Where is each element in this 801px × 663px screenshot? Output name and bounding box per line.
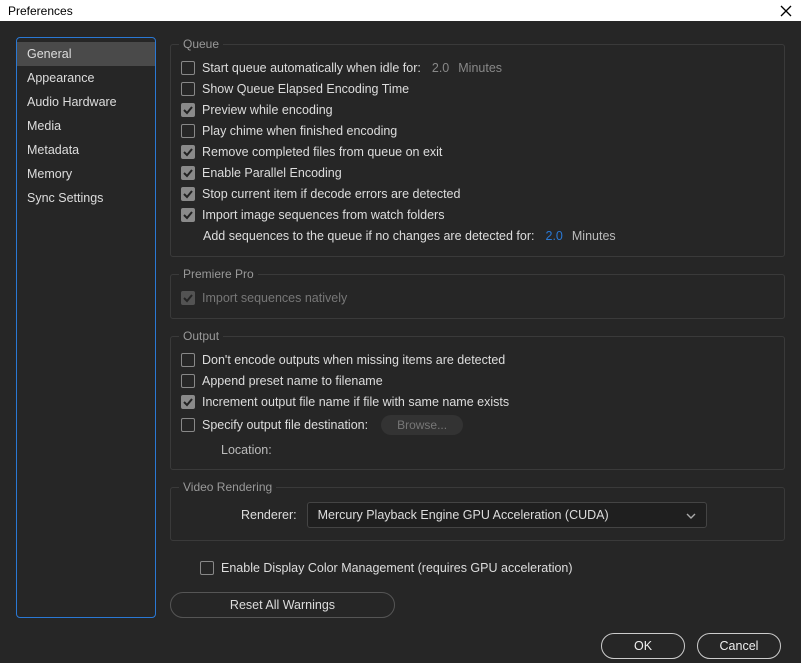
label-add-seq-no-changes: Add sequences to the queue if no changes…: [203, 229, 535, 243]
label-append-preset: Append preset name to filename: [202, 374, 383, 388]
sidebar-item-memory[interactable]: Memory: [17, 162, 155, 186]
cancel-button[interactable]: Cancel: [697, 633, 781, 659]
ok-button[interactable]: OK: [601, 633, 685, 659]
unit-seq-minutes: Minutes: [572, 229, 616, 243]
checkbox-show-elapsed[interactable]: [181, 82, 195, 96]
label-location: Location:: [221, 443, 272, 457]
checkbox-color-management[interactable]: [200, 561, 214, 575]
sidebar: General Appearance Audio Hardware Media …: [16, 37, 156, 618]
group-video-rendering: Video Rendering Renderer: Mercury Playba…: [170, 480, 785, 541]
sidebar-item-media[interactable]: Media: [17, 114, 155, 138]
group-premiere-legend: Premiere Pro: [179, 267, 258, 281]
group-output: Output Don't encode outputs when missing…: [170, 329, 785, 470]
checkbox-parallel-encoding[interactable]: [181, 166, 195, 180]
body: General Appearance Audio Hardware Media …: [0, 21, 801, 628]
label-remove-completed: Remove completed files from queue on exi…: [202, 145, 442, 159]
close-icon[interactable]: [779, 4, 793, 18]
checkbox-dont-encode-missing[interactable]: [181, 353, 195, 367]
label-dont-encode-missing: Don't encode outputs when missing items …: [202, 353, 505, 367]
checkbox-import-natively: [181, 291, 195, 305]
preferences-window: Preferences General Appearance Audio Har…: [0, 0, 801, 663]
group-premiere: Premiere Pro Import sequences natively: [170, 267, 785, 319]
sidebar-item-audio-hardware[interactable]: Audio Hardware: [17, 90, 155, 114]
label-color-management: Enable Display Color Management (require…: [221, 561, 573, 575]
checkbox-start-queue-auto[interactable]: [181, 61, 195, 75]
label-increment-filename: Increment output file name if file with …: [202, 395, 509, 409]
titlebar: Preferences: [0, 0, 801, 21]
group-queue-legend: Queue: [179, 37, 223, 51]
sidebar-item-metadata[interactable]: Metadata: [17, 138, 155, 162]
group-video-legend: Video Rendering: [179, 480, 276, 494]
group-output-legend: Output: [179, 329, 223, 343]
label-renderer: Renderer:: [241, 508, 297, 522]
sidebar-item-appearance[interactable]: Appearance: [17, 66, 155, 90]
checkbox-import-image-seq[interactable]: [181, 208, 195, 222]
main-panel: Queue Start queue automatically when idl…: [170, 37, 785, 618]
checkbox-remove-completed[interactable]: [181, 145, 195, 159]
unit-idle-minutes: Minutes: [458, 61, 502, 75]
label-parallel-encoding: Enable Parallel Encoding: [202, 166, 342, 180]
checkbox-specify-destination[interactable]: [181, 418, 195, 432]
checkbox-increment-filename[interactable]: [181, 395, 195, 409]
sidebar-item-general[interactable]: General: [17, 42, 155, 66]
browse-button: Browse...: [381, 415, 463, 435]
label-preview-encoding: Preview while encoding: [202, 103, 333, 117]
reset-warnings-button[interactable]: Reset All Warnings: [170, 592, 395, 618]
footer: OK Cancel: [0, 628, 801, 663]
checkbox-preview-encoding[interactable]: [181, 103, 195, 117]
label-specify-destination: Specify output file destination:: [202, 418, 368, 432]
window-title: Preferences: [8, 4, 73, 18]
label-show-elapsed: Show Queue Elapsed Encoding Time: [202, 82, 409, 96]
checkbox-play-chime[interactable]: [181, 124, 195, 138]
checkbox-append-preset[interactable]: [181, 374, 195, 388]
chevron-down-icon: [686, 510, 696, 520]
renderer-select[interactable]: Mercury Playback Engine GPU Acceleration…: [307, 502, 707, 528]
label-start-queue-auto: Start queue automatically when idle for:: [202, 61, 421, 75]
label-import-image-seq: Import image sequences from watch folder…: [202, 208, 444, 222]
sidebar-item-sync-settings[interactable]: Sync Settings: [17, 186, 155, 210]
label-stop-on-decode-error: Stop current item if decode errors are d…: [202, 187, 460, 201]
label-play-chime: Play chime when finished encoding: [202, 124, 397, 138]
value-seq-minutes[interactable]: 2.0: [546, 229, 563, 243]
checkbox-stop-on-decode-error[interactable]: [181, 187, 195, 201]
group-queue: Queue Start queue automatically when idl…: [170, 37, 785, 257]
renderer-selected: Mercury Playback Engine GPU Acceleration…: [318, 508, 609, 522]
label-import-natively: Import sequences natively: [202, 291, 347, 305]
value-idle-minutes[interactable]: 2.0: [432, 61, 449, 75]
